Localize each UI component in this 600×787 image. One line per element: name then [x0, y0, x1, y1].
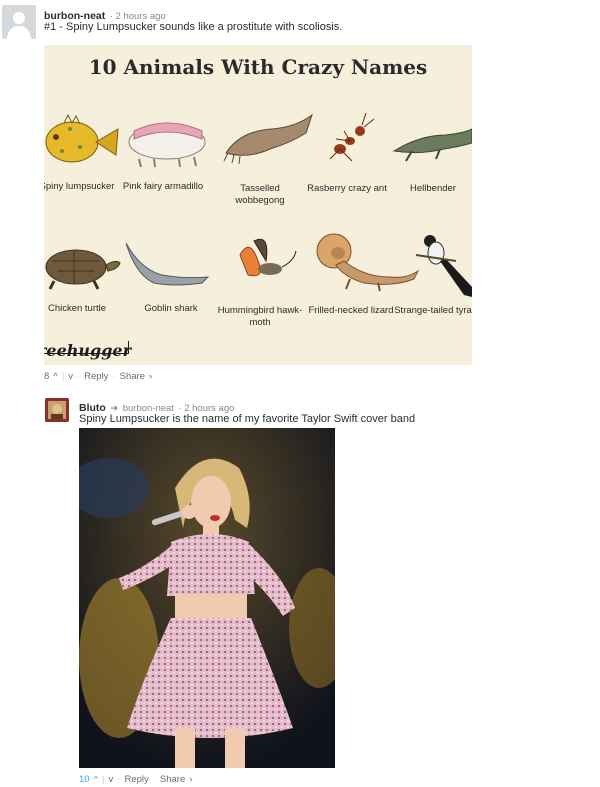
upvote-icon[interactable]: ^	[53, 371, 57, 382]
user-silhouette-icon	[7, 12, 31, 39]
goblin-shark-drawing	[125, 242, 210, 286]
comment-actions: 8 ^ | v · Reply · Share ›	[44, 371, 152, 382]
reply-link[interactable]: Reply	[124, 774, 148, 785]
comment-photo[interactable]	[79, 428, 335, 768]
animal-label: Hummingbird hawk-moth	[217, 305, 303, 328]
logo-underline	[44, 353, 128, 354]
tasselled-wobbegong-drawing	[223, 113, 313, 165]
animal-label: Rasberry crazy ant	[307, 183, 387, 194]
avatar-default[interactable]	[2, 5, 36, 39]
downvote-icon[interactable]: v	[68, 371, 73, 382]
logo-divider	[128, 341, 129, 354]
share-link[interactable]: Share	[120, 371, 145, 382]
chicken-turtle-drawing	[45, 249, 121, 290]
vote-count: 10	[79, 774, 90, 785]
concert-photo	[79, 428, 335, 768]
animal-label: Frilled-necked lizard	[308, 305, 394, 316]
hellbender-drawing	[392, 128, 472, 162]
upvote-icon[interactable]: ^	[94, 774, 98, 785]
rasberry-crazy-ant-drawing	[329, 112, 375, 162]
animal-label: Tasselled wobbegong	[235, 183, 285, 206]
downvote-icon[interactable]: v	[109, 774, 114, 785]
reply-link[interactable]: Reply	[84, 371, 108, 382]
comment-image[interactable]: 10 Animals With Crazy Names Spiny lumpsu…	[44, 45, 472, 365]
bullet-separator: ·	[76, 371, 81, 382]
avatar-image	[45, 398, 69, 422]
animal-label: Hellbender	[410, 183, 456, 194]
vote-divider: |	[61, 371, 65, 382]
comment-text: #1 - Spiny Lumpsucker sounds like a pros…	[44, 21, 343, 33]
spiny-lumpsucker-drawing	[45, 113, 119, 163]
frilled-necked-lizard-drawing	[316, 233, 420, 292]
vote-divider: |	[102, 774, 105, 785]
bullet-separator: ·	[152, 774, 156, 785]
avatar[interactable]	[45, 398, 69, 422]
bullet-separator: ·	[117, 774, 121, 785]
vote-count: 8	[44, 371, 50, 382]
comment-actions: 10 ^ | v · Reply · Share ›	[79, 774, 192, 785]
strange-tailed-tyrant-drawing	[415, 235, 472, 297]
infographic-title: 10 Animals With Crazy Names	[88, 55, 428, 79]
animal-label: Chicken turtle	[47, 303, 107, 314]
animal-label: Pink fairy armadillo	[122, 181, 204, 192]
chevron-right-icon: ›	[148, 371, 153, 382]
chevron-right-icon: ›	[189, 774, 193, 785]
animal-label: Strange-tailed tyrant	[394, 305, 472, 316]
hummingbird-hawk-moth-drawing	[239, 238, 297, 277]
animal-illustrations-row2	[45, 233, 472, 297]
pink-fairy-armadillo-drawing	[128, 122, 206, 168]
comment-text: Spiny Lumpsucker is the name of my favor…	[79, 413, 416, 425]
treehugger-logo: reehugger	[44, 341, 132, 360]
animal-illustrations-row1	[45, 112, 472, 168]
animal-label: Goblin shark	[144, 303, 198, 314]
share-link[interactable]: Share	[160, 774, 185, 785]
animal-label: Spiny lumpsucker	[44, 181, 115, 192]
bullet-separator: ·	[112, 371, 116, 382]
